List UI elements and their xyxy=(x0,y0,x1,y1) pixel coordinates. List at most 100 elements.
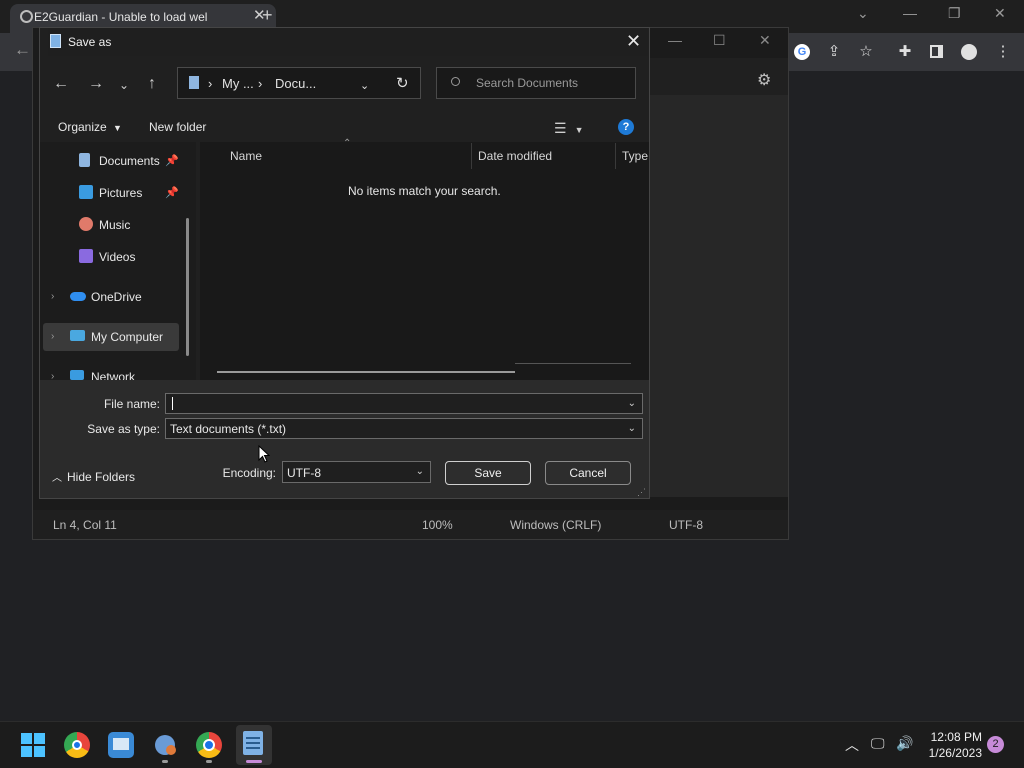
new-folder-button[interactable]: New folder xyxy=(149,120,206,134)
search-icon xyxy=(451,77,460,86)
column-type[interactable]: Type xyxy=(622,149,648,163)
notepad-statusbar: Ln 4, Col 11 100% Windows (CRLF) UTF-8 xyxy=(33,510,788,539)
back-arrow-icon[interactable]: ← xyxy=(14,40,31,60)
notepad-minimize-icon[interactable]: — xyxy=(668,32,682,48)
nav-item-pictures[interactable]: Pictures 📌 xyxy=(40,179,190,207)
status-zoom: 100% xyxy=(422,518,453,532)
profile-icon[interactable] xyxy=(960,43,978,61)
address-separator: › xyxy=(258,76,263,91)
close-icon[interactable]: ✕ xyxy=(626,31,641,52)
chevron-down-icon[interactable]: ⌄ xyxy=(628,398,636,409)
mouse-cursor xyxy=(258,444,271,468)
column-divider[interactable] xyxy=(471,143,472,169)
dialog-title: Save as xyxy=(68,35,112,49)
network-settings-icon[interactable] xyxy=(152,732,178,758)
music-icon xyxy=(79,217,93,231)
chevron-right-icon[interactable]: › xyxy=(51,331,54,342)
notification-badge[interactable]: 2 xyxy=(987,736,1004,753)
nav-item-onedrive[interactable]: › OneDrive xyxy=(40,283,190,311)
forward-icon[interactable]: → xyxy=(88,75,104,93)
control-panel-icon[interactable] xyxy=(108,732,134,758)
tab-search-icon[interactable]: ⌄ xyxy=(857,5,869,22)
nav-scrollbar[interactable] xyxy=(186,218,189,356)
notepad-close-icon[interactable]: ✕ xyxy=(759,32,771,49)
restore-icon[interactable]: ❐ xyxy=(948,5,961,22)
sort-arrow-icon: ⌃ xyxy=(343,138,352,149)
notepad-editor[interactable] xyxy=(650,95,788,497)
browser-app-icon[interactable] xyxy=(64,732,90,758)
chrome-icon[interactable] xyxy=(196,732,222,758)
clock-time[interactable]: 12:08 PM xyxy=(930,730,982,744)
search-placeholder: Search Documents xyxy=(476,76,579,90)
close-window-icon[interactable]: ✕ xyxy=(994,5,1006,22)
nav-label: Documents xyxy=(99,154,160,168)
column-divider[interactable] xyxy=(615,143,616,169)
address-segment-2[interactable]: Docu... xyxy=(275,76,316,91)
menu-icon[interactable]: ⋮ xyxy=(994,43,1012,61)
chevron-up-icon[interactable]: ︿ xyxy=(845,735,859,755)
hide-folders-label: Hide Folders xyxy=(67,470,136,484)
file-name-label: File name: xyxy=(103,397,160,411)
nav-item-videos[interactable]: Videos xyxy=(40,243,190,271)
windows-start-icon[interactable] xyxy=(21,733,45,757)
pin-icon: 📌 xyxy=(165,187,179,199)
share-icon[interactable]: ⇪ xyxy=(825,43,843,61)
save-type-label: Save as type: xyxy=(87,422,160,436)
gear-icon[interactable]: ⚙ xyxy=(757,70,771,90)
address-segment-1[interactable]: My ... xyxy=(222,76,254,91)
file-list[interactable] xyxy=(200,142,649,380)
column-name[interactable]: Name xyxy=(230,149,262,163)
google-icon[interactable]: G xyxy=(793,43,811,61)
star-icon[interactable]: ☆ xyxy=(857,43,875,61)
save-type-value: Text documents (*.txt) xyxy=(170,422,287,436)
encoding-select[interactable]: UTF-8 ⌄ xyxy=(282,461,431,483)
back-icon[interactable]: ← xyxy=(53,75,69,93)
new-tab-button[interactable]: + xyxy=(262,5,273,26)
clock-date[interactable]: 1/26/2023 xyxy=(921,746,982,760)
resize-grip-icon[interactable]: ⋰ xyxy=(637,487,646,498)
chevron-right-icon[interactable]: › xyxy=(51,371,54,380)
cloud-icon xyxy=(70,292,86,301)
documents-icon xyxy=(79,153,90,167)
nav-item-documents[interactable]: Documents 📌 xyxy=(40,147,190,175)
notepad-app-icon[interactable] xyxy=(243,731,263,755)
recent-locations-icon[interactable]: ⌄ xyxy=(119,78,129,92)
nav-label: OneDrive xyxy=(91,290,142,304)
nav-label: Pictures xyxy=(99,186,143,200)
nav-item-my-computer[interactable]: › My Computer xyxy=(43,323,179,351)
notepad-maximize-icon[interactable]: ☐ xyxy=(713,32,726,49)
status-encoding: UTF-8 xyxy=(669,518,703,532)
view-options-icon[interactable]: ☰ ▼ xyxy=(554,120,583,137)
chevron-right-icon[interactable]: › xyxy=(51,291,54,302)
help-icon[interactable]: ? xyxy=(618,119,634,135)
address-dropdown-icon[interactable]: ⌄ xyxy=(360,79,369,92)
minimize-icon[interactable]: — xyxy=(903,5,917,21)
up-icon[interactable]: ↑ xyxy=(148,75,156,93)
dialog-titlebar xyxy=(48,28,648,56)
nav-item-music[interactable]: Music xyxy=(40,211,190,239)
documents-folder-icon xyxy=(189,76,199,89)
chevron-up-icon: ︿ xyxy=(52,473,62,484)
chevron-down-icon[interactable]: ⌄ xyxy=(628,423,636,434)
running-indicator xyxy=(206,760,212,763)
organize-label: Organize xyxy=(58,120,107,134)
text-caret xyxy=(172,397,173,410)
extensions-icon[interactable]: ✚ xyxy=(896,43,914,61)
monitor-icon xyxy=(70,330,85,341)
sidebar-icon[interactable] xyxy=(928,43,946,61)
network-icon[interactable]: 🖵 xyxy=(871,735,885,752)
save-type-select[interactable]: Text documents (*.txt) ⌄ xyxy=(165,418,643,439)
refresh-icon[interactable]: ↻ xyxy=(396,74,409,92)
chevron-down-icon: ▼ xyxy=(113,123,122,133)
save-button[interactable]: Save xyxy=(445,461,531,485)
column-date-modified[interactable]: Date modified xyxy=(478,149,552,163)
notepad-icon xyxy=(50,34,61,48)
chevron-down-icon[interactable]: ⌄ xyxy=(416,466,424,477)
nav-item-network[interactable]: › Network xyxy=(40,363,190,380)
cancel-button[interactable]: Cancel xyxy=(545,461,631,485)
file-name-input[interactable]: ⌄ xyxy=(165,393,643,414)
hide-folders-button[interactable]: ︿ Hide Folders xyxy=(52,469,135,484)
volume-icon[interactable]: 🔊 xyxy=(896,735,913,752)
organize-button[interactable]: Organize ▼ xyxy=(58,120,122,134)
horizontal-scrollbar[interactable] xyxy=(217,371,515,373)
